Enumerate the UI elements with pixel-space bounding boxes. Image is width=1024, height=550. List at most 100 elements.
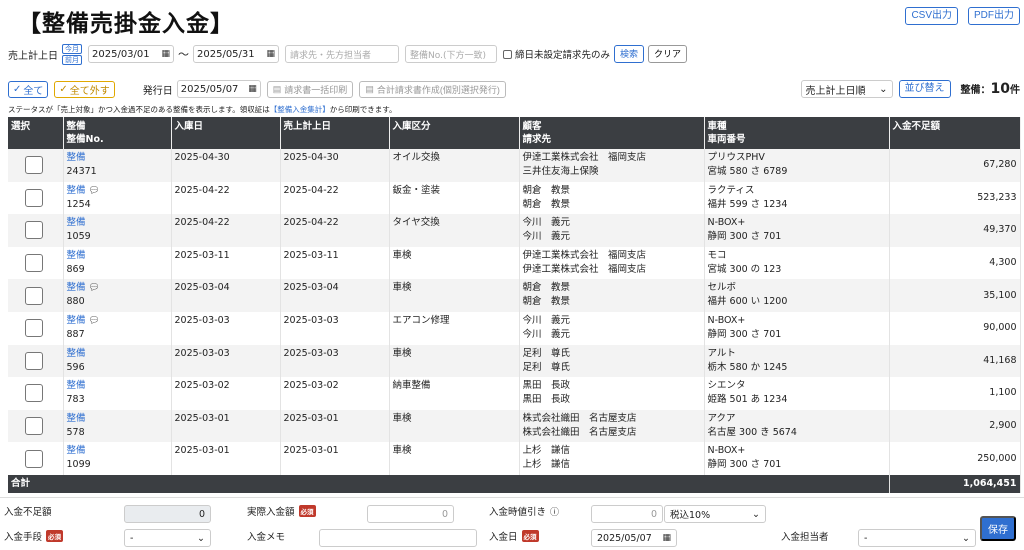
seibi-link[interactable]: 整備 [67,413,86,424]
seibi-link[interactable]: 整備 [67,282,86,293]
bulk-print-button[interactable]: ▤ 請求書一括印刷 [266,80,354,98]
table-row[interactable]: 整備 869 2025-03-11 2025-03-11 車検 伊達工業株式会社 福岡支店… [8,246,1021,280]
row-checkbox[interactable] [25,254,43,273]
table-row[interactable]: 整備 1099 2025-03-01 2025-03-01 車検 上杉 謙信 上杉 謙信 N-… [8,442,1021,475]
row-checkbox[interactable] [25,351,43,370]
date-from-input[interactable]: 2025/03/01 ▦ [88,45,174,63]
row-checkbox[interactable] [25,286,43,305]
customer-search-input[interactable]: 請求先・先方担当者 [285,45,399,63]
row-select-cell [8,344,64,378]
discount-input[interactable]: 0 [591,505,663,523]
table-row[interactable]: 整備 596 2025-03-03 2025-03-03 車検 足利 尊氏 足利 尊氏 アルト… [8,344,1021,378]
seibi-no: 1059 [66,231,91,243]
nyuko-date: 2025-03-02 [171,377,281,410]
row-checkbox[interactable] [25,449,43,468]
table-header: 選択 整備 整備No. 入庫日 売上計上日 入庫区分 顧客 請求先 車種 車両番号 入… [8,117,1021,149]
vehicle-model: セルボ [707,282,737,294]
seibi-cell: 整備 596 [63,344,172,378]
sales-date: 2025-03-02 [280,377,390,410]
seibi-link[interactable]: 整備 [67,380,86,391]
seibi-no: 1254 [66,198,91,210]
billing-name: 三井住友海上保険 [522,166,599,177]
sort-select[interactable]: 売上計上日順 ⌄ [800,80,893,98]
seibi-link[interactable]: 整備 [67,250,86,261]
vehicle-model: プリウスPHV [707,152,765,163]
row-checkbox[interactable] [25,221,43,240]
select-all-button[interactable]: ✓ 全て [8,80,49,98]
help-icon[interactable]: ⓘ [550,505,559,518]
combined-invoice-button[interactable]: ▤ 合計請求書作成(個別選択発行) [359,80,506,98]
customer-name: 黒田 長政 [522,380,571,392]
seibi-link[interactable]: 整備 [67,315,86,326]
customer-cell: 朝倉 教景 朝倉 教景 [519,181,705,215]
table-row[interactable]: 整備 💬︎ 887 2025-03-03 2025-03-03 エアコン修理 今川 義元 今川… [8,311,1021,345]
shortage-amount: 49,370 [889,214,1021,247]
vehicle-cell: N-BOX+ 静岡 300 さ 701 [704,442,890,475]
pdf-export-button[interactable]: PDF出力 [968,7,1020,25]
search-button[interactable]: 検索 [614,45,645,63]
vehicle-cell: アクア 名古屋 300 き 5674 [704,409,890,443]
unset-closing-checkbox[interactable] [503,49,512,59]
shortage-field: 0 [124,505,211,523]
staff-select[interactable]: - ⌄ [858,529,976,547]
billing-name: 足利 尊氏 [522,361,571,373]
payment-date-input[interactable]: 2025/05/07 ▦ [591,529,677,547]
method-select[interactable]: - ⌄ [124,529,211,547]
comment-icon[interactable]: 💬︎ [89,316,100,326]
seibi-link[interactable]: 整備 [67,445,86,456]
vehicle-cell: N-BOX+ 静岡 300 さ 701 [704,214,890,247]
table-row[interactable]: 整備 578 2025-03-01 2025-03-01 車検 株式会社織田 名古屋支店株… [8,409,1021,443]
table-row[interactable]: 整備 24371 2025-04-30 2025-04-30 オイル交換 伊達工業株式会社… [8,149,1021,182]
required-badge: 必須 [46,530,64,542]
sales-date: 2025-03-03 [280,344,390,378]
customer-name: 伊達工業株式会社 福岡支店 [522,152,647,163]
deselect-all-button[interactable]: ✓ 全て外す [54,80,115,98]
vehicle-model: モコ [707,249,727,261]
nyuko-date: 2025-03-01 [171,409,281,443]
issue-date-input[interactable]: 2025/05/07 ▦ [176,80,261,98]
last-month-button[interactable]: 前月 [62,54,82,65]
col-sales-date: 売上計上日 [280,117,390,149]
customer-name: 上杉 謙信 [522,445,571,457]
seibi-no: 869 [66,263,85,275]
comment-icon[interactable]: 💬︎ [89,283,100,293]
row-checkbox[interactable] [25,156,43,175]
tax-select[interactable]: 税込10% ⌄ [664,505,766,523]
seibi-no-search-input[interactable]: 整備No.(下方一致) [405,45,497,63]
seibi-link[interactable]: 整備 [67,217,86,228]
date-to-input[interactable]: 2025/05/31 ▦ [193,45,279,63]
shortage-amount: 41,168 [889,344,1021,378]
shortage-amount: 67,280 [889,149,1021,182]
csv-export-button[interactable]: CSV出力 [905,7,958,25]
actual-amount-input[interactable]: 0 [367,505,454,523]
seibi-payment-summary-link[interactable]: 【整備入金集計】 [270,105,330,114]
col-customer: 顧客 請求先 [519,117,705,149]
table-row[interactable]: 整備 💬︎ 1254 2025-04-22 2025-04-22 鈑金・塗装 朝倉 教景 朝倉… [8,181,1021,215]
customer-name: 今川 義元 [522,314,571,326]
vehicle-model: シエンタ [707,380,746,392]
row-checkbox[interactable] [25,384,43,403]
this-month-button[interactable]: 今月 [62,43,82,54]
sales-date: 2025-03-01 [280,409,390,443]
table-row[interactable]: 整備 783 2025-03-02 2025-03-02 納車整備 黒田 長政 黒田 長政シ… [8,377,1021,410]
comment-icon[interactable]: 💬︎ [89,186,100,196]
seibi-link[interactable]: 整備 [67,185,86,196]
row-checkbox[interactable] [25,319,43,338]
sort-button[interactable]: 並び替え [898,80,951,98]
sales-date: 2025-03-11 [280,246,390,280]
staff-label: 入金担当者 [781,532,829,543]
row-checkbox[interactable] [25,188,43,207]
row-select-cell [8,311,64,345]
clear-button[interactable]: クリア [648,45,688,63]
seibi-link[interactable]: 整備 [67,152,86,163]
nyuko-type: 車検 [389,246,520,280]
nyuko-type: オイル交換 [389,149,520,182]
table-row[interactable]: 整備 💬︎ 880 2025-03-04 2025-03-04 車検 朝倉 教景 朝倉 教景セ… [8,279,1021,312]
table-row[interactable]: 整備 1059 2025-04-22 2025-04-22 タイヤ交換 今川 義元 今川 義… [8,214,1021,247]
vehicle-cell: シエンタ 姫路 501 あ 1234 [704,377,890,410]
memo-input[interactable] [319,529,477,547]
seibi-link[interactable]: 整備 [67,348,86,359]
page-title: 【整備売掛金入金】 [18,10,234,37]
save-button[interactable]: 保存 [980,516,1016,541]
row-checkbox[interactable] [25,417,43,436]
